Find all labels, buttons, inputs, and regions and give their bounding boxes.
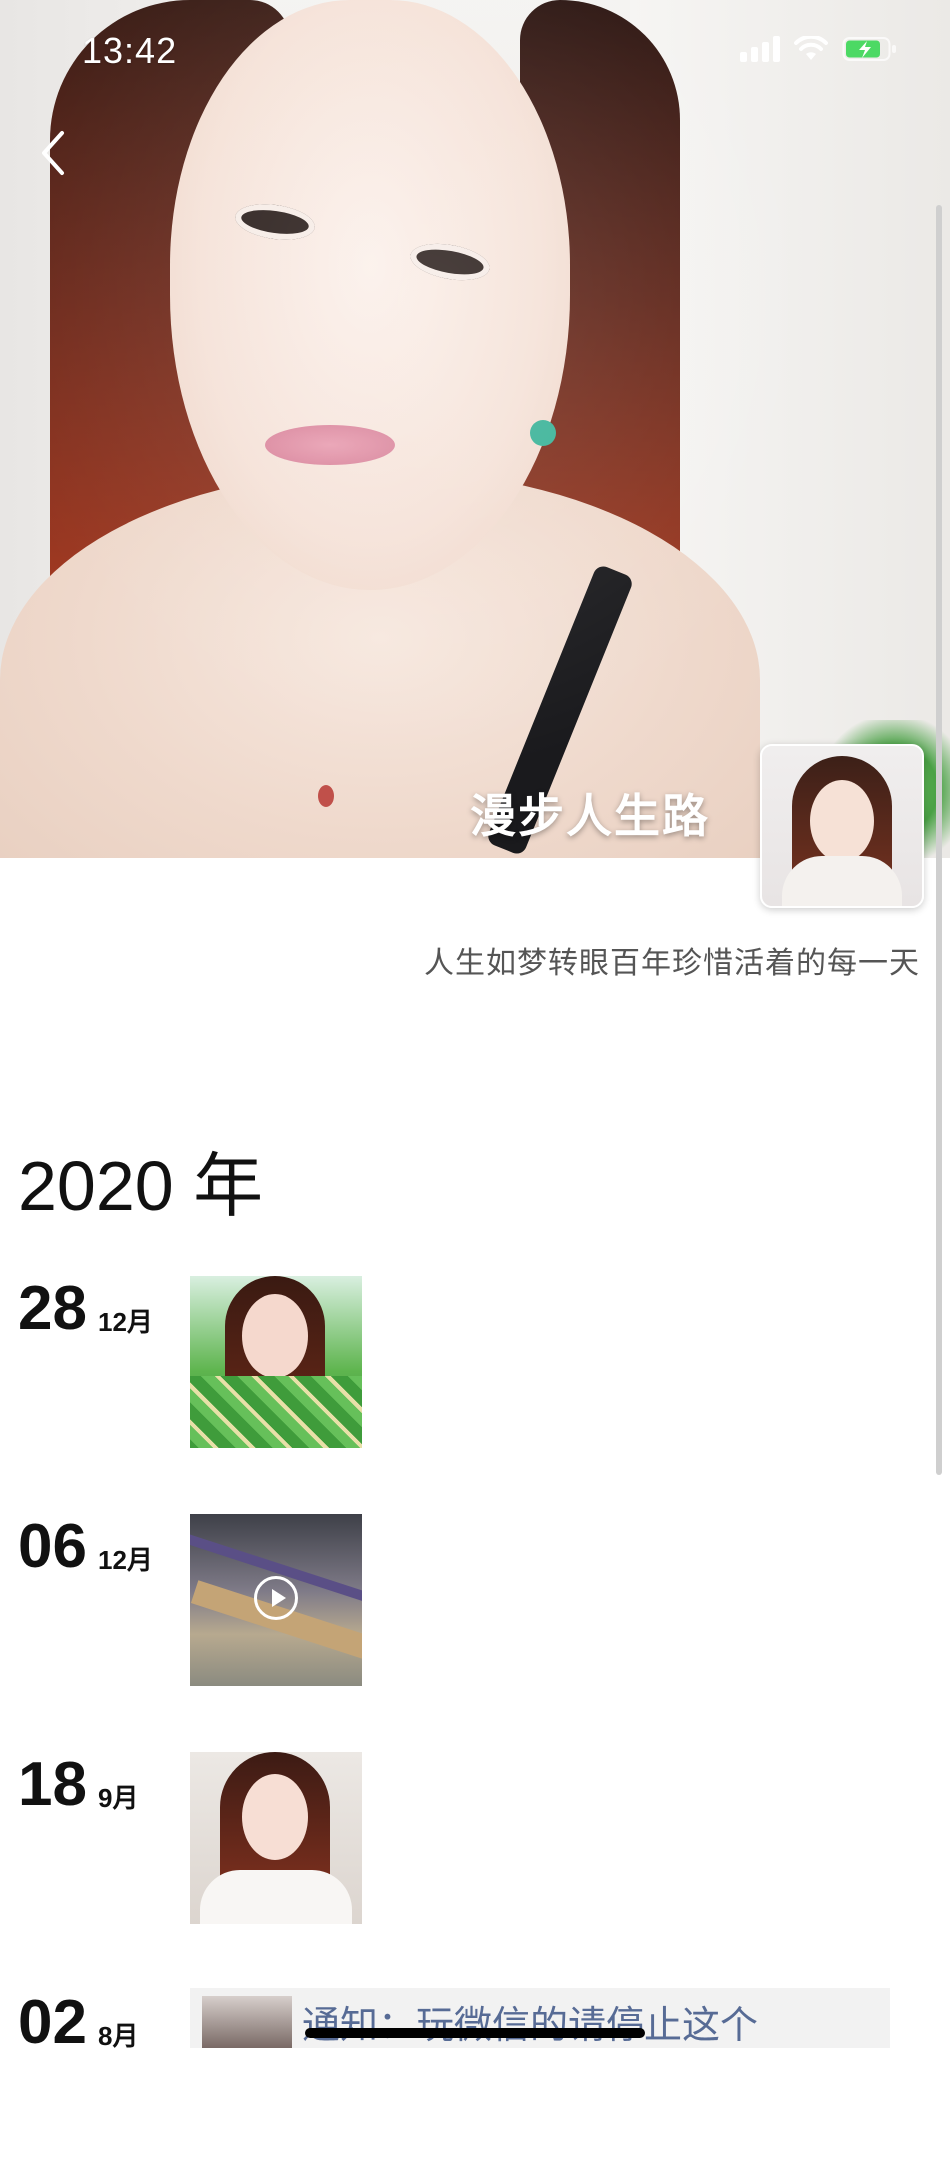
profile-signature: 人生如梦转眼百年珍惜活着的每一天	[424, 947, 920, 980]
battery-charging-icon	[842, 36, 898, 62]
timeline-post[interactable]: 18 9月	[18, 1750, 918, 1930]
shared-link-title: 通知：玩微信的请停止这个	[302, 2005, 759, 2047]
post-day: 02	[18, 1988, 87, 2057]
post-day: 28	[18, 1274, 87, 1343]
shared-link-card[interactable]: 通知：玩微信的请停止这个	[190, 1988, 890, 2048]
thumb-face	[242, 1774, 308, 1860]
year-heading: 2020 年	[18, 1147, 264, 1225]
post-month: 9月	[98, 1783, 139, 1813]
post-month: 12月	[98, 1307, 153, 1337]
post-day: 06	[18, 1512, 87, 1581]
timeline-post[interactable]: 02 8月 通知：玩微信的请停止这个	[18, 1988, 918, 2168]
home-indicator[interactable]	[305, 2028, 645, 2038]
thumb-top	[200, 1870, 352, 1924]
avatar-face	[810, 780, 874, 862]
cover-photo[interactable]	[0, 0, 950, 858]
status-icons	[740, 36, 898, 62]
shared-link-thumbnail	[202, 1996, 292, 2048]
play-icon	[254, 1576, 298, 1620]
post-photo-thumbnail[interactable]	[190, 1752, 362, 1924]
signal-icon	[740, 36, 780, 62]
avatar[interactable]	[760, 744, 924, 908]
profile-name: 漫步人生路	[470, 790, 710, 842]
avatar-top	[782, 856, 902, 906]
thumb-dress	[190, 1376, 362, 1448]
cover-haze	[0, 0, 950, 858]
back-button[interactable]	[32, 125, 72, 181]
scrollbar[interactable]	[936, 205, 942, 1475]
status-time: 13:42	[82, 30, 178, 71]
post-month: 8月	[98, 2021, 139, 2051]
post-day: 18	[18, 1750, 87, 1819]
post-photo-thumbnail[interactable]	[190, 1276, 362, 1448]
post-video-thumbnail[interactable]	[190, 1514, 362, 1686]
thumb-face	[242, 1294, 308, 1378]
wifi-icon	[794, 36, 828, 62]
post-month: 12月	[98, 1545, 153, 1575]
timeline-post[interactable]: 28 12月	[18, 1274, 918, 1454]
timeline-post[interactable]: 06 12月	[18, 1512, 918, 1692]
chevron-left-icon	[42, 131, 64, 175]
